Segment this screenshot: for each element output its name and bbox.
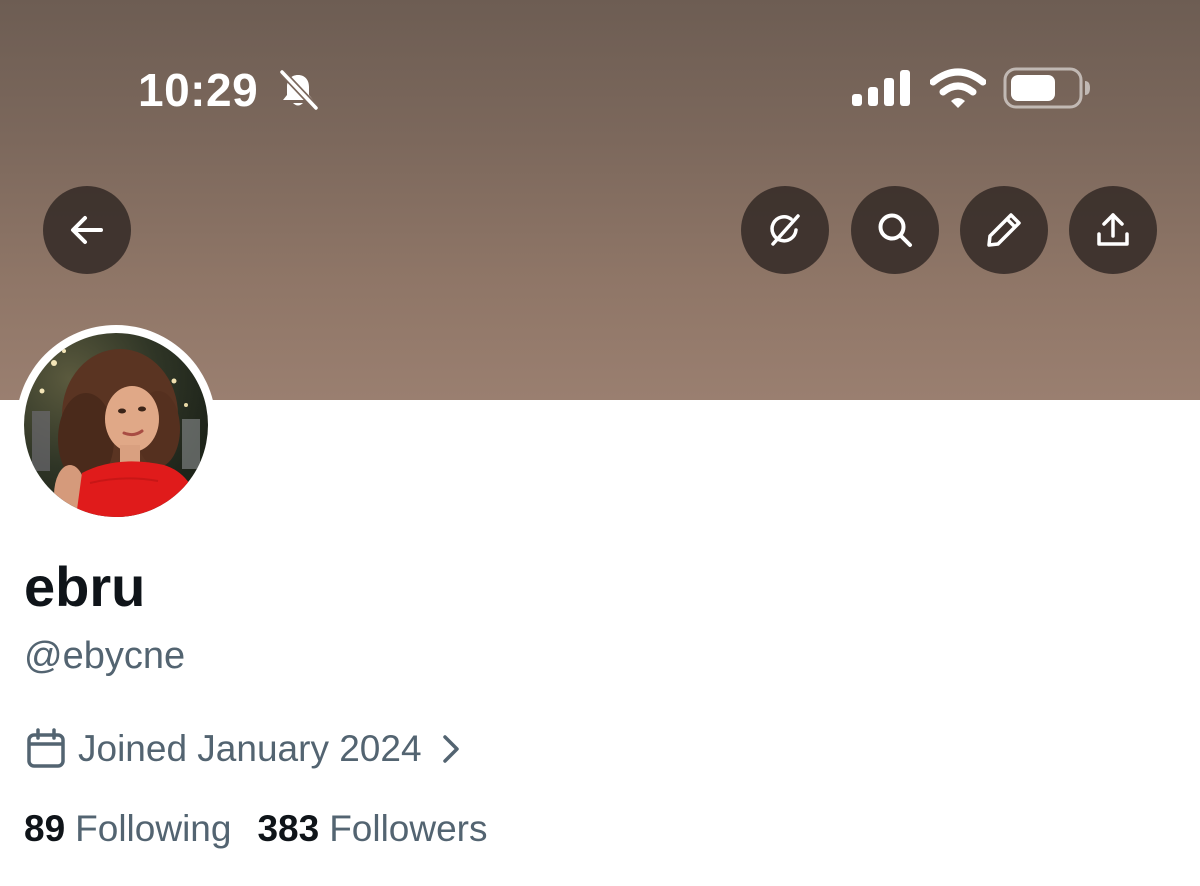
status-time: 10:29 bbox=[138, 64, 259, 116]
grok-icon bbox=[770, 214, 800, 246]
profile-screen: 10:29 ebru @ebycne Joined January 2024 8… bbox=[0, 0, 1200, 886]
cellular-signal-icon bbox=[852, 70, 910, 106]
follow-stats: 89 Following 383 Followers bbox=[24, 804, 488, 854]
joined-date-text: Joined January 2024 bbox=[78, 728, 422, 769]
bell-slash-icon bbox=[279, 69, 319, 111]
following-count: 89 bbox=[24, 808, 66, 849]
display-name: ebru bbox=[24, 555, 146, 618]
avatar-photo bbox=[24, 333, 208, 517]
joined-date-row[interactable]: Joined January 2024 bbox=[24, 724, 466, 774]
pencil-icon bbox=[987, 213, 1021, 247]
search-button[interactable] bbox=[851, 186, 939, 274]
following-label: Following bbox=[75, 808, 232, 849]
followers-link[interactable]: 383 Followers bbox=[257, 804, 487, 854]
edit-button[interactable] bbox=[960, 186, 1048, 274]
followers-count: 383 bbox=[257, 808, 320, 849]
following-link[interactable]: 89 Following bbox=[24, 804, 231, 854]
wifi-icon bbox=[930, 68, 986, 108]
battery-icon bbox=[1003, 67, 1090, 109]
followers-label: Followers bbox=[329, 808, 488, 849]
share-button[interactable] bbox=[1069, 186, 1157, 274]
avatar[interactable] bbox=[24, 333, 208, 517]
calendar-icon bbox=[27, 728, 65, 768]
search-icon bbox=[878, 213, 912, 247]
back-arrow-icon bbox=[71, 216, 103, 244]
chevron-right-icon bbox=[442, 735, 459, 763]
back-button[interactable] bbox=[43, 186, 131, 274]
grok-button[interactable] bbox=[741, 186, 829, 274]
user-handle: @ebycne bbox=[24, 635, 186, 677]
share-icon bbox=[1097, 213, 1129, 246]
